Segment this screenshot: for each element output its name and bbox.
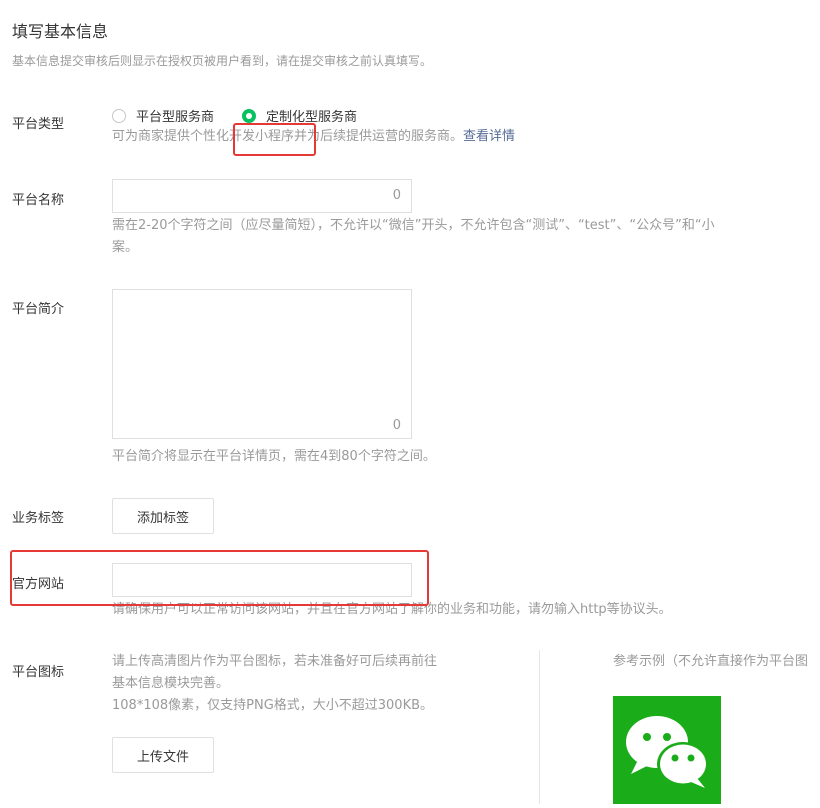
hint-text: 并为后续提供运营的服务商。 bbox=[294, 129, 464, 144]
char-counter: 0 bbox=[392, 188, 401, 203]
highlight-box bbox=[233, 123, 316, 156]
example-label: 参考示例（不允许直接作为平台图 bbox=[613, 654, 809, 669]
radio-option-platform[interactable]: 平台型服务商 bbox=[112, 106, 214, 125]
platform-intro-textarea[interactable]: 0 bbox=[112, 289, 412, 439]
radio-option-label: 平台型服务商 bbox=[136, 110, 215, 125]
platform-intro-label: 平台简介 bbox=[12, 302, 65, 317]
divider bbox=[539, 650, 540, 804]
platform-icon-description: 请上传高清图片作为平台图标，若未准备好可后续再前往 基本信息模块完善。 108*… bbox=[112, 651, 437, 717]
add-tag-button[interactable]: 添加标签 bbox=[112, 498, 214, 534]
hint-text: 可为商家提供个性化 bbox=[112, 129, 230, 144]
radio-unchecked-icon[interactable] bbox=[112, 108, 126, 123]
upload-file-button[interactable]: 上传文件 bbox=[112, 737, 214, 773]
page-subtitle: 基本信息提交审核后则显示在授权页被用户看到，请在提交审核之前认真填写。 bbox=[12, 54, 433, 68]
platform-name-input[interactable]: 0 bbox=[112, 179, 412, 213]
wechat-example-icon bbox=[613, 696, 721, 804]
platform-name-label: 平台名称 bbox=[12, 193, 65, 208]
platform-name-hint: 需在2-20个字符之间（应尽量简短），不允许以“微信”开头，不允许包含“测试”、… bbox=[112, 215, 820, 259]
platform-icon-label: 平台图标 bbox=[12, 665, 65, 680]
highlight-box bbox=[10, 550, 429, 606]
platform-intro-hint: 平台简介将显示在平台详情页，需在4到80个字符之间。 bbox=[112, 449, 436, 464]
hint-line: 需在2-20个字符之间（应尽量简短），不允许以“微信”开头，不允许包含“测试”、… bbox=[112, 218, 715, 233]
desc-line: 基本信息模块完善。 bbox=[112, 676, 230, 691]
platform-type-label: 平台类型 bbox=[12, 117, 65, 132]
view-details-link[interactable]: 查看详情 bbox=[463, 129, 515, 144]
radio-checked-icon[interactable] bbox=[242, 108, 257, 123]
page-title: 填写基本信息 bbox=[12, 22, 109, 41]
business-tags-label: 业务标签 bbox=[12, 511, 65, 526]
desc-line: 108*108像素，仅支持PNG格式，大小不超过300KB。 bbox=[112, 698, 434, 713]
wechat-icon bbox=[626, 716, 709, 788]
desc-line: 请上传高清图片作为平台图标，若未准备好可后续再前往 bbox=[112, 654, 438, 669]
char-counter: 0 bbox=[392, 418, 401, 433]
hint-line: 案。 bbox=[112, 240, 139, 255]
